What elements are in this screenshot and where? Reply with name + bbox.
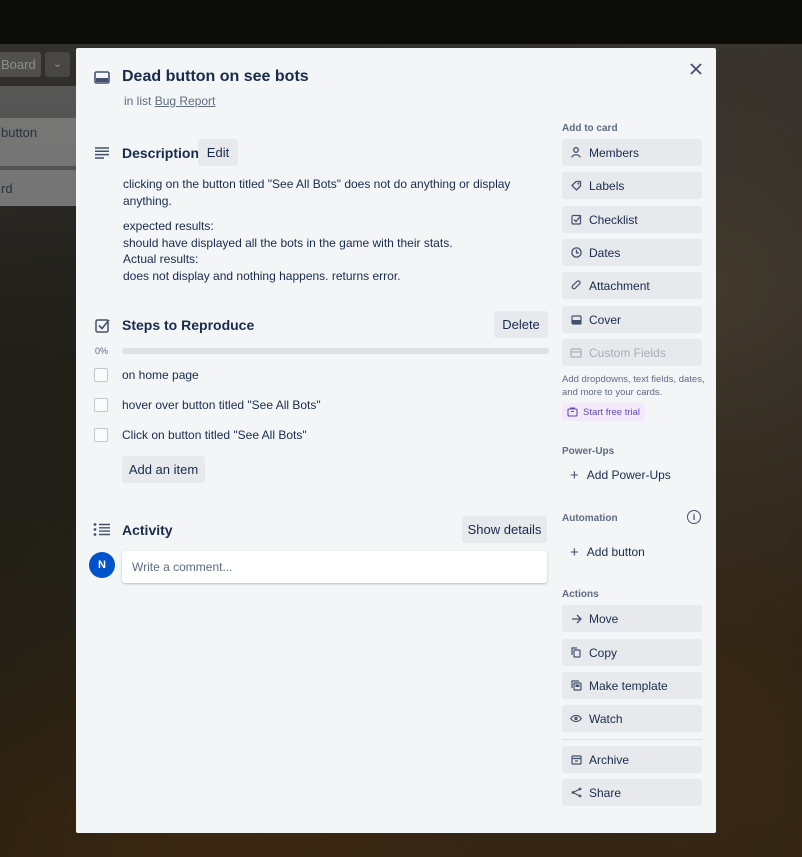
checklist-item-checkbox[interactable] — [94, 398, 108, 412]
copy-label: Copy — [589, 645, 618, 660]
checklist-icon — [94, 317, 110, 333]
plus-icon: + — [570, 466, 579, 484]
members-button[interactable]: Members — [562, 139, 702, 166]
description-line: does not display and nothing happens. re… — [123, 268, 401, 283]
start-free-trial-button[interactable]: Start free trial — [562, 403, 645, 421]
custom-fields-button[interactable]: Custom Fields — [562, 339, 702, 366]
power-ups-heading: Power-Ups — [562, 446, 615, 457]
trial-icon — [567, 407, 578, 417]
watch-label: Watch — [589, 711, 623, 726]
add-to-card-heading: Add to card — [562, 123, 618, 134]
custom-fields-label: Custom Fields — [589, 345, 666, 360]
tag-icon — [570, 180, 582, 192]
list-name-link[interactable]: Bug Report — [155, 94, 216, 108]
comment-input[interactable]: Write a comment... — [122, 551, 547, 583]
add-button-button[interactable]: + Add button — [562, 539, 702, 565]
cover-label: Cover — [589, 312, 622, 327]
checklist-label: Checklist — [589, 212, 638, 227]
description-heading: Description — [122, 145, 200, 161]
in-list-caption: in list Bug Report — [124, 94, 215, 108]
archive-label: Archive — [589, 752, 630, 767]
start-free-trial-label: Start free trial — [583, 406, 641, 418]
members-label: Members — [589, 145, 640, 160]
plus-icon: + — [570, 543, 579, 561]
custom-fields-note: Add dropdowns, text fields, dates, and m… — [562, 374, 705, 398]
checklist-progress-label: 0% — [95, 346, 109, 356]
actions-divider — [562, 739, 702, 740]
description-icon — [94, 146, 110, 160]
make-template-button[interactable]: Make template — [562, 672, 702, 699]
in-list-prefix: in list — [124, 94, 152, 108]
checklist-item[interactable]: on home page — [122, 368, 199, 382]
activity-icon — [93, 522, 111, 536]
move-label: Move — [589, 611, 619, 626]
arrow-right-icon — [570, 613, 582, 625]
clock-icon — [570, 247, 582, 259]
avatar[interactable]: N — [89, 552, 115, 578]
dates-button[interactable]: Dates — [562, 239, 702, 266]
person-icon — [570, 147, 582, 159]
card-icon — [94, 70, 110, 84]
add-power-ups-label: Add Power-Ups — [586, 468, 671, 482]
attachment-button[interactable]: Attachment — [562, 272, 702, 299]
share-icon — [570, 787, 582, 799]
info-icon[interactable]: i — [687, 510, 701, 524]
checklist-heading[interactable]: Steps to Reproduce — [122, 317, 254, 333]
copy-icon — [570, 647, 582, 659]
labels-button[interactable]: Labels — [562, 172, 702, 199]
show-details-button[interactable]: Show details — [462, 516, 547, 543]
checklist-button[interactable]: Checklist — [562, 206, 702, 233]
archive-button[interactable]: Archive — [562, 746, 702, 773]
edit-description-button[interactable]: Edit — [198, 139, 238, 166]
checkbox-icon — [570, 214, 582, 226]
cover-icon — [570, 314, 582, 326]
copy-button[interactable]: Copy — [562, 639, 702, 666]
checklist-progress-bar — [122, 348, 549, 354]
custom-fields-icon — [570, 347, 582, 359]
attachment-label: Attachment — [589, 278, 650, 293]
archive-icon — [570, 754, 582, 766]
add-power-ups-button[interactable]: + Add Power-Ups — [562, 462, 702, 488]
checklist-item-checkbox[interactable] — [94, 428, 108, 442]
add-checklist-item-button[interactable]: Add an item — [122, 456, 205, 483]
dates-label: Dates — [589, 245, 621, 260]
labels-label: Labels — [589, 178, 625, 193]
checklist-item[interactable]: hover over button titled "See All Bots" — [122, 398, 321, 412]
description-line: should have displayed all the bots in th… — [123, 235, 453, 250]
eye-icon — [570, 713, 582, 725]
close-icon[interactable] — [686, 59, 706, 79]
share-label: Share — [589, 785, 622, 800]
move-button[interactable]: Move — [562, 605, 702, 632]
make-template-label: Make template — [589, 678, 668, 693]
template-icon — [570, 680, 582, 692]
checklist-item[interactable]: Click on button titled "See All Bots" — [122, 428, 307, 442]
card-detail-modal: Dead button on see bots in list Bug Repo… — [76, 48, 716, 833]
cover-button[interactable]: Cover — [562, 306, 702, 333]
automation-heading: Automation — [562, 513, 618, 524]
description-line: Actual results: — [123, 252, 199, 266]
description-text[interactable]: clicking on the button titled "See All B… — [123, 176, 533, 284]
watch-button[interactable]: Watch — [562, 705, 702, 732]
description-line: expected results: — [123, 219, 214, 233]
description-paragraph: clicking on the button titled "See All B… — [123, 177, 511, 208]
paperclip-icon — [570, 280, 582, 292]
activity-heading: Activity — [122, 522, 173, 538]
share-button[interactable]: Share — [562, 779, 702, 806]
add-button-label: Add button — [586, 545, 645, 559]
card-title[interactable]: Dead button on see bots — [122, 68, 309, 86]
actions-heading: Actions — [562, 589, 599, 600]
checklist-item-checkbox[interactable] — [94, 368, 108, 382]
delete-checklist-button[interactable]: Delete — [494, 311, 548, 338]
